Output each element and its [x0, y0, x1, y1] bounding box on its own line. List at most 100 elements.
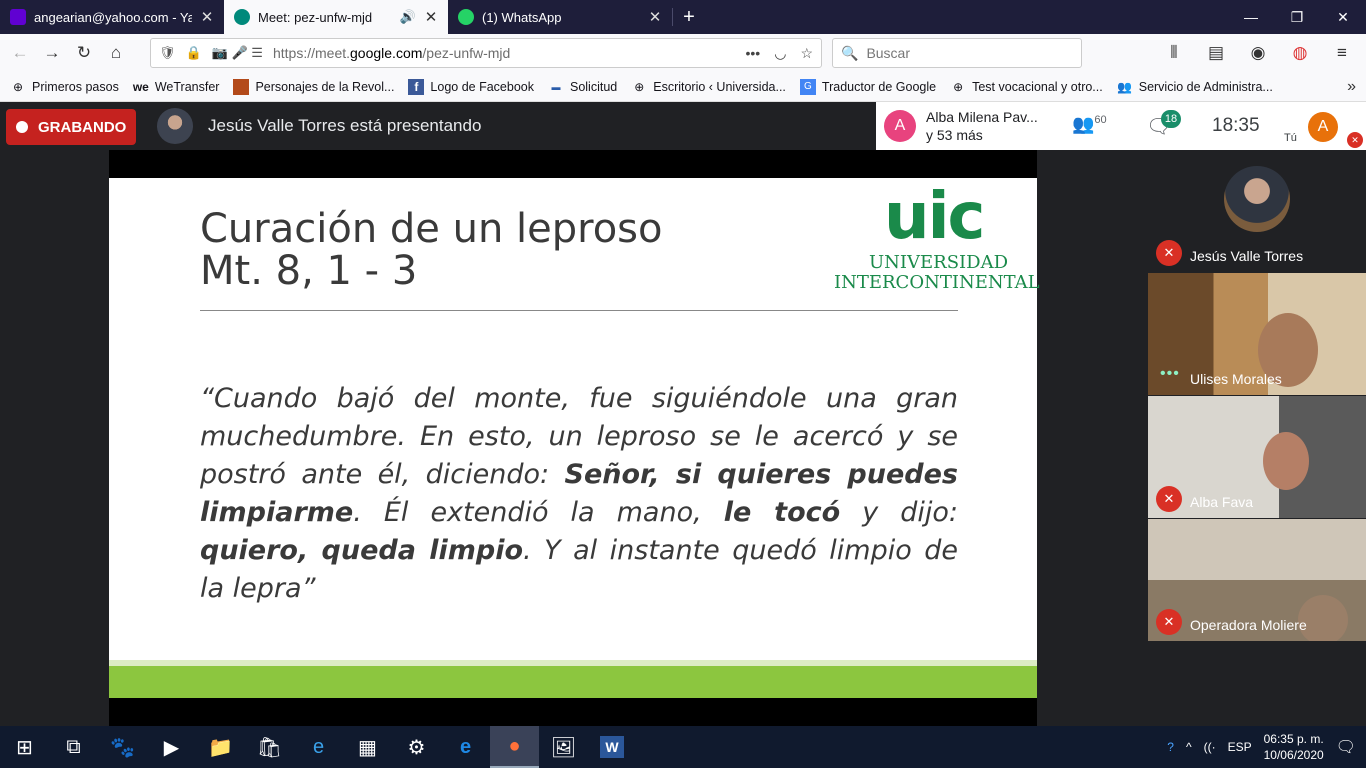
bookmark-item[interactable]: 👥 Servicio de Administra... — [1117, 79, 1273, 95]
recording-badge: GRABANDO — [6, 109, 136, 145]
tab-yahoo-mail[interactable]: angearian@yahoo.com - Yahoo ✕ — [0, 0, 224, 34]
bookmark-item[interactable]: we WeTransfer — [133, 79, 220, 95]
windows-taskbar: ⊞ ⧉ 🐾 ▶ 📁 🛍 e ▦ ⚙ e ● 🖼 W ? ^ ((· ESP 06… — [0, 726, 1366, 768]
help-icon[interactable]: ? — [1167, 740, 1174, 754]
logo-line-2: INTERCONTINENTAL — [834, 272, 1040, 293]
bookmark-item[interactable]: G Traductor de Google — [799, 78, 936, 95]
bookmarks-bar: ⊕ Primeros pasos we WeTransfer Personajes … — [0, 72, 1366, 102]
participant-photo — [1224, 166, 1290, 232]
system-tray: ? ^ ((· ESP 06:35 p. m. 10/06/2020 🗨 — [1167, 731, 1366, 763]
firefox-icon[interactable]: ● — [490, 726, 539, 768]
lock-icon[interactable]: 🔒 — [186, 45, 202, 61]
windows-start-icon[interactable]: ⊞ — [0, 726, 49, 768]
permissions-icons[interactable]: 📷 🎤 ☰ — [212, 45, 263, 61]
store-icon[interactable]: 🛍 — [245, 726, 294, 768]
google-translate-icon: G — [799, 78, 816, 95]
bookmark-item[interactable]: ⊕ Primeros pasos — [10, 79, 119, 95]
notifications-icon[interactable]: 🗨 — [1336, 737, 1356, 757]
mic-off-icon: ✕ — [1347, 132, 1363, 148]
speaker-icon[interactable]: 🔊 — [400, 9, 416, 25]
file-explorer-icon[interactable]: 📁 — [196, 726, 245, 768]
wifi-icon[interactable]: ((· — [1204, 740, 1216, 754]
bookmark-star-icon[interactable]: ☆ — [800, 45, 813, 62]
globe-icon: ⊕ — [12, 79, 24, 94]
participant-tile[interactable]: ✕ Operadora Moliere — [1148, 519, 1366, 641]
close-tab-icon[interactable]: ✕ — [648, 8, 662, 26]
settings-icon[interactable]: ⚙ — [392, 726, 441, 768]
bookmark-item[interactable]: ▬ Solicitud — [548, 79, 617, 95]
window-controls: — ❐ ✕ — [1228, 0, 1366, 34]
chevron-up-icon[interactable]: ^ — [1186, 740, 1192, 754]
tab-whatsapp[interactable]: (1) WhatsApp ✕ — [448, 0, 672, 34]
edge-icon[interactable]: e — [441, 726, 490, 768]
sidebar-icon[interactable]: ▤ — [1200, 38, 1232, 68]
language-indicator[interactable]: ESP — [1228, 740, 1252, 754]
calculator-icon[interactable]: ▦ — [343, 726, 392, 768]
self-avatar[interactable]: A — [1308, 112, 1338, 142]
participant-name: Alba Fava — [1190, 494, 1254, 510]
menu-icon[interactable]: ≡ — [1326, 38, 1358, 68]
home-icon[interactable]: ⌂ — [100, 38, 132, 68]
close-window-icon[interactable]: ✕ — [1320, 0, 1366, 34]
address-bar[interactable]: 🛡 🔒 📷 🎤 ☰ https://meet.google.com/pez-un… — [150, 38, 822, 68]
task-view-icon[interactable]: ⧉ — [49, 726, 98, 768]
new-tab-icon[interactable]: + — [673, 0, 705, 34]
globe-icon: ⊕ — [953, 79, 964, 94]
tab-meet[interactable]: Meet: pez-unfw-mjd 🔊 ✕ — [224, 0, 448, 34]
restore-icon[interactable]: ❐ — [1274, 0, 1320, 34]
participant-count: 60 — [1094, 114, 1107, 126]
bookmark-item[interactable]: ⊕ Escritorio ‹ Universida... — [631, 79, 786, 95]
bookmark-item[interactable]: f Logo de Facebook — [408, 78, 534, 95]
site-icon: ▬ — [551, 81, 561, 92]
slide-divider — [200, 310, 958, 311]
facebook-icon: f — [408, 78, 425, 95]
account-icon[interactable]: ◉ — [1242, 38, 1274, 68]
participant-tile[interactable]: ✕ Jesús Valle Torres — [1148, 150, 1366, 272]
participant-tile[interactable]: ••• Ulises Morales — [1148, 273, 1366, 395]
meet-top-right-bar: A Alba Milena Pav... y 53 más 👥60 🗨 18 1… — [876, 102, 1366, 150]
word-icon[interactable]: W — [600, 736, 624, 758]
reload-icon[interactable]: ↻ — [68, 38, 100, 68]
mic-off-icon: ✕ — [1156, 486, 1182, 512]
people-icon[interactable]: 👥60 — [1072, 114, 1107, 135]
internet-explorer-icon[interactable]: e — [294, 726, 343, 768]
slide-title: Curación de un leproso Mt. 8, 1 - 3 — [200, 206, 663, 294]
yahoo-mail-icon — [10, 9, 26, 25]
participant-name: Jesús Valle Torres — [1190, 248, 1304, 264]
search-icon: 🔍 — [841, 44, 859, 61]
search-input[interactable]: 🔍 Buscar — [832, 38, 1082, 68]
back-icon[interactable]: ← — [4, 38, 36, 68]
bookmark-item[interactable]: Personajes de la Revol... — [233, 78, 394, 95]
library-icon[interactable]: ⫴ — [1158, 38, 1190, 68]
extension-icon[interactable]: ◍ — [1284, 38, 1316, 68]
pocket-icon[interactable]: ◡ — [774, 45, 786, 62]
forward-icon[interactable]: → — [36, 38, 68, 68]
mic-off-icon: ✕ — [1156, 609, 1182, 635]
tab-title: (1) WhatsApp — [482, 9, 562, 25]
close-tab-icon[interactable]: ✕ — [424, 8, 438, 26]
photos-icon[interactable]: 🖼 — [539, 726, 588, 768]
close-tab-icon[interactable]: ✕ — [200, 8, 214, 26]
url-text[interactable]: https://meet.google.com/pez-unfw-mjd — [273, 45, 510, 61]
minimize-icon[interactable]: — — [1228, 0, 1274, 34]
app-icon[interactable]: 🐾 — [98, 726, 147, 768]
system-clock[interactable]: 06:35 p. m. 10/06/2020 — [1264, 731, 1324, 763]
shield-icon[interactable]: 🛡 — [159, 45, 176, 61]
globe-icon: ⊕ — [634, 79, 645, 94]
people-summary[interactable]: Alba Milena Pav... y 53 más — [926, 108, 1038, 144]
media-player-icon[interactable]: ▶ — [147, 726, 196, 768]
page-actions-icon[interactable]: ••• — [746, 45, 761, 62]
more-bookmarks-icon[interactable]: » — [1347, 78, 1356, 96]
slide: Curación de un leproso Mt. 8, 1 - 3 uic … — [109, 178, 1040, 698]
meet-call-area: GRABANDO Jesús Valle Torres está present… — [0, 102, 1366, 728]
chat-count-badge: 18 — [1161, 110, 1181, 128]
participant-avatar[interactable]: A — [884, 110, 916, 142]
meet-icon — [234, 9, 250, 25]
participant-tile[interactable]: ✕ Alba Fava — [1148, 396, 1366, 518]
people-icon: 👥 — [1117, 79, 1133, 94]
speaking-indicator-icon: ••• — [1160, 365, 1180, 382]
presenter-avatar — [157, 108, 193, 144]
whatsapp-icon — [458, 9, 474, 25]
logo-line-1: UNIVERSIDAD — [869, 252, 1009, 273]
bookmark-item[interactable]: ⊕ Test vocacional y otro... — [950, 79, 1103, 95]
